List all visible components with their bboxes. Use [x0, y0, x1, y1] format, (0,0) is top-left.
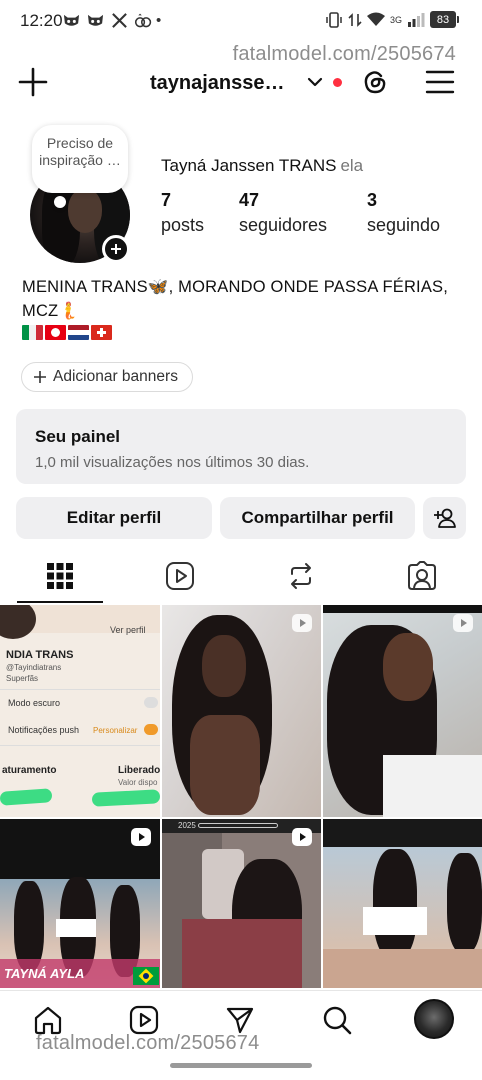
status-time: 12:20 [20, 11, 63, 30]
tagged-icon [408, 561, 436, 590]
add-person-icon [433, 508, 456, 528]
posts-grid: Ver perfil NDIA TRANS @Tayindiatrans Sup… [0, 605, 482, 988]
bio-text: MENINA TRANS🦋, MORANDO ONDE PASSA FÉRIAS… [22, 278, 449, 320]
add-story-button[interactable] [102, 235, 130, 263]
italy-flag [22, 325, 43, 340]
search-icon [323, 1006, 352, 1035]
notification-icons [62, 12, 153, 29]
reels-icon [129, 1005, 159, 1035]
profile-header: taynajansse… [0, 62, 482, 106]
post-text: @Tayindiatrans [6, 663, 62, 672]
data-transfer-icon [348, 12, 362, 27]
home-icon [34, 1006, 62, 1035]
nav-profile-avatar[interactable] [414, 999, 454, 1039]
dashboard-title: Seu painel [35, 427, 121, 446]
tab-active-indicator [17, 601, 103, 603]
stat-label: seguidores [239, 215, 328, 235]
network-type: 3G [389, 14, 402, 25]
rings-icon [134, 13, 152, 28]
share-icon [226, 1007, 254, 1034]
reposts-icon [291, 563, 311, 589]
tab-reposts[interactable] [241, 548, 361, 604]
stat-number: 7 [161, 190, 172, 210]
notification-dot [333, 78, 342, 87]
home-indicator[interactable] [170, 1063, 312, 1068]
stat-label: posts [161, 215, 205, 235]
username-switcher[interactable]: taynajansse… [150, 72, 285, 95]
post-thumbnail[interactable]: Ver perfil NDIA TRANS @Tayindiatrans Sup… [0, 605, 160, 817]
share-profile-button[interactable]: Compartilhar perfil [220, 497, 415, 539]
battery-indicator: 83 [430, 11, 459, 28]
stat-label: seguindo [367, 215, 441, 235]
post-thumbnail[interactable]: 2025 [162, 819, 321, 988]
post-text: aturamento [2, 765, 57, 776]
tunisia-flag [45, 325, 66, 340]
vibrate-icon [326, 11, 342, 28]
post-thumbnail[interactable] [162, 605, 321, 817]
post-text: 2025 [178, 821, 196, 830]
profile-tabs [0, 548, 482, 604]
post-text: Modo escuro [8, 698, 61, 708]
post-text: Valor dispo [118, 778, 158, 787]
dashboard-subtitle: 1,0 mil visualizações nos últimos 30 dia… [35, 454, 310, 471]
post-text: NDIA TRANS [6, 649, 74, 661]
stat-number: 47 [239, 190, 260, 210]
menu-icon[interactable] [425, 69, 455, 95]
mask-icon [63, 14, 80, 26]
pronoun: ela [340, 156, 364, 175]
tab-reels[interactable] [120, 548, 240, 604]
add-banners-button[interactable]: Adicionar banners [21, 362, 193, 392]
threads-icon[interactable] [359, 66, 391, 98]
post-text: Liberado [118, 765, 160, 776]
stat-number: 3 [367, 190, 378, 210]
reel-badge-icon [131, 828, 151, 846]
professional-dashboard[interactable]: Seu painel 1,0 mil visualizações nos últ… [16, 409, 466, 484]
post-thumbnail[interactable] [323, 605, 482, 817]
reels-icon [166, 562, 194, 590]
discover-people-button[interactable] [423, 497, 466, 539]
stat-followers[interactable]: 47 seguidores [239, 190, 327, 236]
watermark-bottom: fatalmodel.com/2505674 [36, 1032, 260, 1054]
post-text: TAYNÁ AYLA [4, 966, 85, 981]
status-bar: 12:20 • 3G 83 [0, 0, 482, 42]
stat-posts[interactable]: 7 posts [161, 190, 204, 236]
plus-icon [111, 244, 121, 254]
signal-icon [408, 13, 425, 27]
post-text: Ver perfil [110, 625, 146, 635]
bio-flags [22, 325, 112, 340]
display-name: Tayná Janssen TRANS ela [161, 156, 363, 176]
reel-badge-icon [453, 614, 473, 632]
edit-profile-button[interactable]: Editar perfil [16, 497, 212, 539]
post-text: Superfãs [6, 674, 39, 683]
reel-badge-icon [292, 614, 312, 632]
system-icons: 3G 83 [325, 11, 459, 28]
post-text: Notificações push [8, 725, 80, 735]
display-name-text: Tayná Janssen TRANS [161, 156, 337, 175]
grid-icon [47, 563, 73, 589]
post-thumbnail[interactable] [323, 819, 482, 988]
plus-icon [34, 371, 46, 383]
post-thumbnail[interactable]: TAYNÁ AYLA [0, 819, 160, 988]
note-bubble-tail [54, 196, 66, 208]
plus-icon[interactable] [18, 67, 48, 97]
nav-search[interactable] [320, 1003, 354, 1037]
stat-following[interactable]: 3 seguindo [367, 190, 440, 236]
x-icon [112, 13, 127, 28]
chevron-down-icon[interactable] [306, 74, 324, 90]
profile-note[interactable]: Preciso de inspiração … [32, 125, 128, 193]
tab-tagged[interactable] [362, 548, 482, 604]
post-text: Personalizar [93, 726, 138, 735]
more-notifications-dot: • [156, 12, 162, 29]
add-banners-label: Adicionar banners [53, 368, 178, 385]
tab-posts-grid[interactable] [0, 548, 120, 604]
reel-badge-icon [292, 828, 312, 846]
brazil-flag [133, 967, 159, 985]
mask-icon [87, 14, 104, 26]
wifi-icon [366, 12, 385, 26]
netherlands-flag [68, 325, 89, 340]
switzerland-flag [91, 325, 112, 340]
